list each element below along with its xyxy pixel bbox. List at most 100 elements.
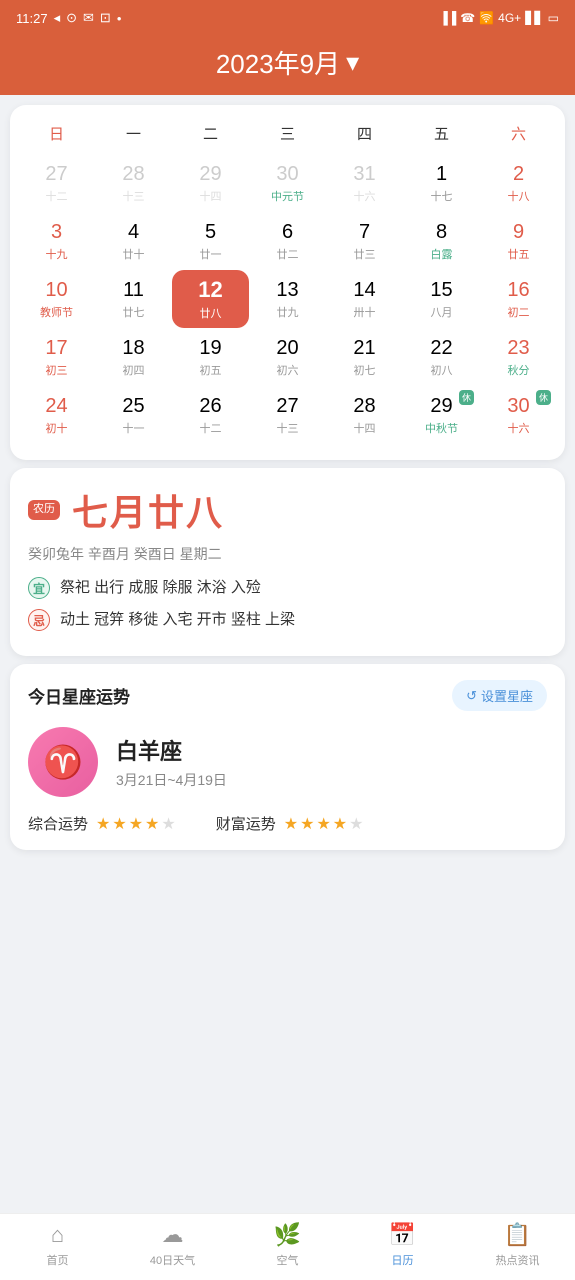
wstar5: ★	[349, 814, 363, 834]
star2: ★	[112, 814, 126, 834]
fortune-row: 综合运势 ★ ★ ★ ★ ★ 财富运势 ★ ★ ★ ★ ★	[28, 813, 547, 834]
ji-content: 动土 冠笄 移徙 入宅 开市 竖柱 上梁	[60, 608, 295, 632]
aries-icon: ♈	[28, 727, 98, 797]
star5: ★	[161, 814, 175, 834]
lunar-badge: 农历	[28, 500, 60, 519]
cal-day-sep9[interactable]: 9 廿五	[480, 212, 557, 270]
nav-home[interactable]: ⌂ 首页	[0, 1222, 115, 1268]
weekday-sat: 六	[480, 119, 557, 148]
cal-day-sep27[interactable]: 27 十三	[249, 386, 326, 444]
chevron-down-icon: ▾	[346, 47, 359, 78]
call-icon: ☎	[460, 11, 475, 25]
cal-day-aug29[interactable]: 29 十四	[172, 154, 249, 212]
signal-icon: ▐▐	[439, 11, 456, 25]
sign-name: 白羊座	[116, 734, 227, 766]
calendar-label: 日历	[392, 1252, 414, 1268]
ji-tag: 忌	[28, 609, 50, 631]
weather-label: 40日天气	[150, 1252, 195, 1268]
cal-day-sep1[interactable]: 1 十七	[403, 154, 480, 212]
cal-day-sep5[interactable]: 5 廿一	[172, 212, 249, 270]
cal-day-sep19[interactable]: 19 初五	[172, 328, 249, 386]
air-label: 空气	[277, 1252, 299, 1268]
calendar-header: 日 一 二 三 四 五 六	[18, 119, 557, 148]
status-bar: 11:27 ◂ ⊙ ✉ ⊡ • ▐▐ ☎ 🛜 4G+ ▋▋ ▭	[0, 0, 575, 36]
cal-day-aug27[interactable]: 27 十二	[18, 154, 95, 212]
cal-day-sep28[interactable]: 28 十四	[326, 386, 403, 444]
lunar-title: 七月廿八	[72, 484, 224, 536]
holiday-badge-rest2: 休	[536, 390, 551, 405]
cal-day-sep18[interactable]: 18 初四	[95, 328, 172, 386]
weekday-mon: 一	[95, 119, 172, 148]
status-left: 11:27 ◂ ⊙ ✉ ⊡ •	[16, 10, 121, 26]
set-horoscope-button[interactable]: ↺ 设置星座	[452, 680, 547, 711]
wstar1: ★	[284, 814, 298, 834]
cal-day-sep21[interactable]: 21 初七	[326, 328, 403, 386]
overall-stars: ★ ★ ★ ★ ★	[96, 814, 176, 834]
calendar-icon: 📅	[389, 1222, 416, 1248]
lunar-card: 农历 七月廿八 癸卯兔年 辛酉月 癸酉日 星期二 宜 祭祀 出行 成服 除服 沐…	[10, 468, 565, 656]
signal-bars: ▋▋	[525, 11, 543, 25]
nav-weather[interactable]: ☁ 40日天气	[115, 1222, 230, 1268]
wifi-icon: 🛜	[479, 11, 494, 25]
lunar-header: 农历 七月廿八	[28, 484, 547, 536]
cal-day-sep10[interactable]: 10 教师节	[18, 270, 95, 328]
nav-icon: ◂	[54, 10, 61, 26]
cal-day-aug31[interactable]: 31 十六	[326, 154, 403, 212]
news-icon: 📋	[504, 1222, 531, 1248]
header-title[interactable]: 2023年9月 ▾	[0, 44, 575, 81]
star3: ★	[129, 814, 143, 834]
cal-day-sep24[interactable]: 24 初十	[18, 386, 95, 444]
time: 11:27	[16, 11, 48, 26]
cal-day-sep25[interactable]: 25 十一	[95, 386, 172, 444]
cal-day-sep16[interactable]: 16 初二	[480, 270, 557, 328]
overall-label: 综合运势	[28, 813, 88, 834]
home-label: 首页	[47, 1252, 69, 1268]
status-right: ▐▐ ☎ 🛜 4G+ ▋▋ ▭	[439, 11, 559, 25]
cal-day-sep26[interactable]: 26 十二	[172, 386, 249, 444]
cal-day-aug28[interactable]: 28 十三	[95, 154, 172, 212]
lunar-ji-row: 忌 动土 冠笄 移徙 入宅 开市 竖柱 上梁	[28, 608, 547, 632]
lunar-subtitle: 癸卯兔年 辛酉月 癸酉日 星期二	[28, 544, 547, 564]
cal-day-sep3[interactable]: 3 十九	[18, 212, 95, 270]
gps-icon: ⊙	[66, 10, 77, 26]
wealth-stars: ★ ★ ★ ★ ★	[284, 814, 364, 834]
cal-day-sep14[interactable]: 14 卅十	[326, 270, 403, 328]
horoscope-info: ♈ 白羊座 3月21日~4月19日	[28, 727, 547, 797]
calendar-grid: 27 十二 28 十三 29 十四 30 中元节 31 十六 1 十七	[18, 154, 557, 444]
horoscope-title: 今日星座运势	[28, 683, 130, 708]
yi-tag: 宜	[28, 577, 50, 599]
wstar4: ★	[333, 814, 347, 834]
cal-day-sep15[interactable]: 15 八月	[403, 270, 480, 328]
wstar3: ★	[316, 814, 330, 834]
cal-day-aug30[interactable]: 30 中元节	[249, 154, 326, 212]
cal-day-sep30[interactable]: 休 30 十六	[480, 386, 557, 444]
weather-icon: ☁	[162, 1222, 184, 1248]
nav-air[interactable]: 🌿 空气	[230, 1222, 345, 1268]
weekday-tue: 二	[172, 119, 249, 148]
cal-day-sep23[interactable]: 23 秋分	[480, 328, 557, 386]
month-title: 2023年9月	[216, 44, 340, 81]
star1: ★	[96, 814, 110, 834]
mail-icon: ✉	[83, 10, 94, 26]
holiday-badge-rest: 休	[459, 390, 474, 405]
cal-day-sep6[interactable]: 6 廿二	[249, 212, 326, 270]
cal-day-sep4[interactable]: 4 廿十	[95, 212, 172, 270]
sign-date-range: 3月21日~4月19日	[116, 770, 227, 790]
cal-day-sep22[interactable]: 22 初八	[403, 328, 480, 386]
nav-news[interactable]: 📋 热点资讯	[460, 1222, 575, 1268]
cal-day-sep8[interactable]: 8 白露	[403, 212, 480, 270]
fortune-overall: 综合运势 ★ ★ ★ ★ ★	[28, 813, 176, 834]
cal-day-sep7[interactable]: 7 廿三	[326, 212, 403, 270]
cal-day-sep17[interactable]: 17 初三	[18, 328, 95, 386]
cal-day-sep12-today[interactable]: 12 廿八	[172, 270, 249, 328]
cal-day-sep29[interactable]: 休 29 中秋节	[403, 386, 480, 444]
nav-calendar[interactable]: 📅 日历	[345, 1222, 460, 1268]
battery-icon: ▭	[548, 11, 559, 25]
weekday-wed: 三	[249, 119, 326, 148]
home-icon: ⌂	[51, 1222, 64, 1248]
4g-label: 4G+	[498, 11, 521, 25]
cal-day-sep20[interactable]: 20 初六	[249, 328, 326, 386]
cal-day-sep2[interactable]: 2 十八	[480, 154, 557, 212]
cal-day-sep11[interactable]: 11 廿七	[95, 270, 172, 328]
cal-day-sep13[interactable]: 13 廿九	[249, 270, 326, 328]
